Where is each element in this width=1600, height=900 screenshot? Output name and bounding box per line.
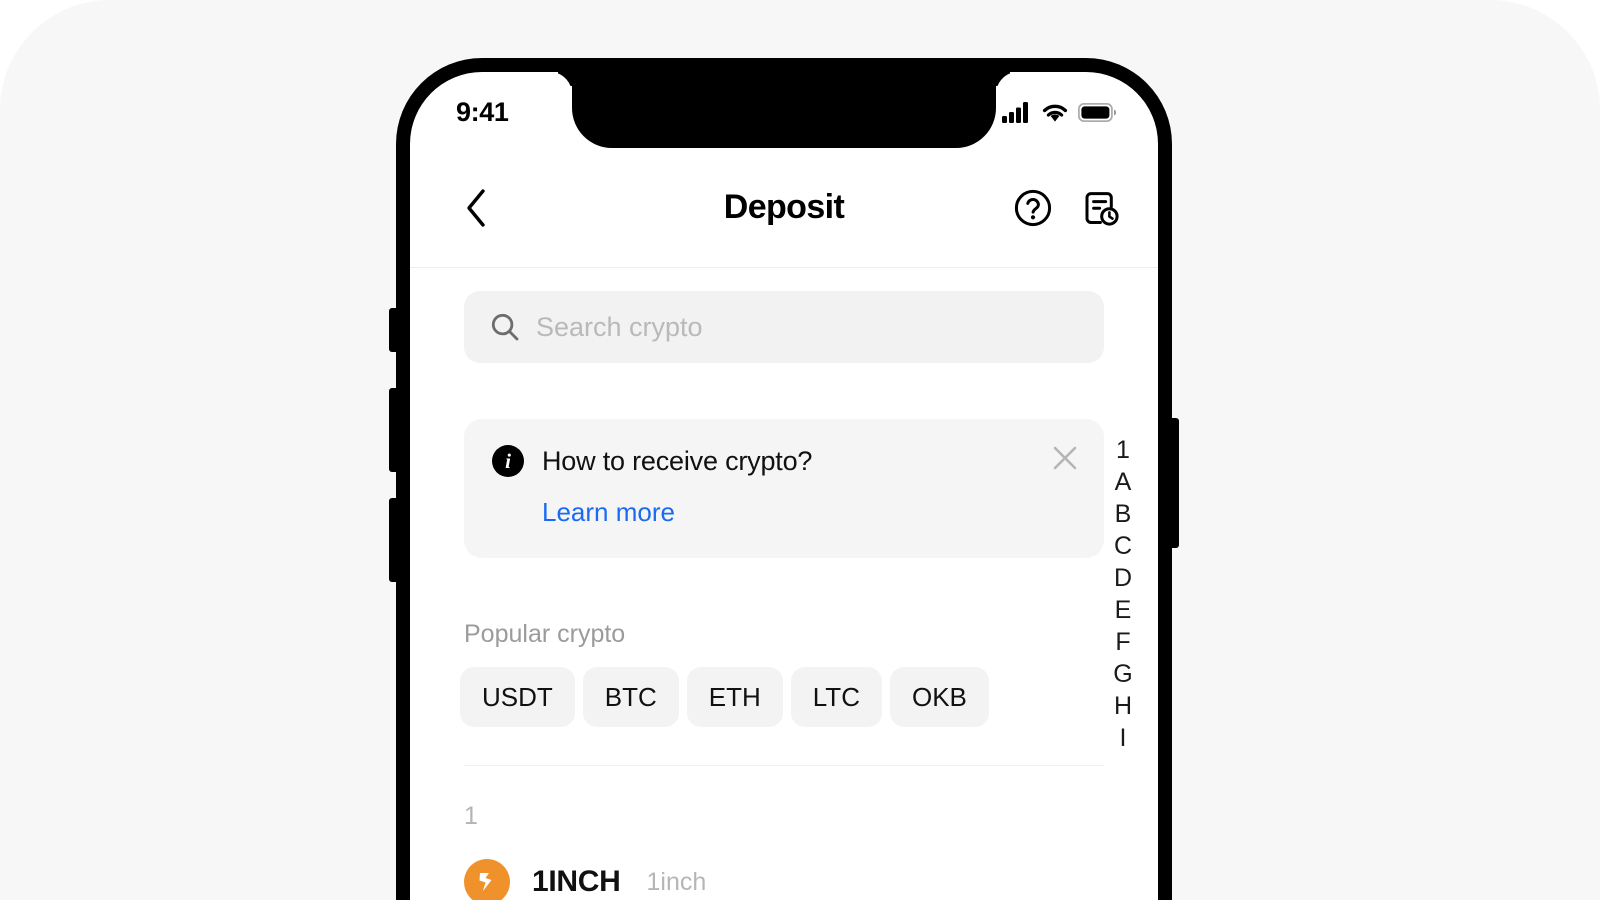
deposit-content: i How to receive crypto? Learn more Popu…: [410, 269, 1158, 900]
chip-usdt[interactable]: USDT: [460, 667, 575, 727]
phone-screen: 9:41 Deposit Search crypto i How to rece…: [410, 72, 1158, 900]
list-section-header: 1: [464, 802, 478, 830]
volume-down-button[interactable]: [389, 498, 397, 582]
alpha-index-item[interactable]: F: [1106, 626, 1140, 658]
chevron-left-icon: [467, 188, 485, 227]
popular-crypto-chips: USDT BTC ETH LTC OKB: [460, 667, 1158, 727]
alphabet-index[interactable]: 1 A B C D E F G H I: [1106, 434, 1140, 754]
chip-okb[interactable]: OKB: [889, 667, 989, 727]
alpha-index-item[interactable]: I: [1106, 722, 1140, 754]
volume-up-button[interactable]: [389, 388, 397, 472]
back-button[interactable]: [454, 186, 498, 230]
alpha-index-item[interactable]: C: [1106, 530, 1140, 562]
notch: [572, 72, 996, 148]
document-clock-icon: [1085, 191, 1119, 226]
signal-bars-icon: [1002, 101, 1028, 123]
coin-list-item[interactable]: 1INCH 1inch: [464, 859, 1158, 900]
close-icon: [1053, 446, 1077, 470]
status-time: 9:41: [456, 96, 509, 127]
search-icon: [491, 313, 519, 341]
chip-ltc[interactable]: LTC: [790, 667, 882, 727]
alpha-index-item[interactable]: B: [1106, 498, 1140, 530]
banner-header: i How to receive crypto?: [492, 445, 1076, 477]
info-icon: i: [492, 445, 524, 477]
silent-switch-button[interactable]: [389, 308, 397, 352]
alpha-index-item[interactable]: G: [1106, 658, 1140, 690]
phone-frame: 9:41 Deposit Search crypto i How to rece…: [389, 58, 1179, 900]
help-button[interactable]: [1012, 187, 1054, 229]
popular-crypto-label: Popular crypto: [464, 620, 626, 648]
coin-symbol: 1INCH: [532, 865, 621, 898]
history-button[interactable]: [1080, 187, 1122, 229]
wifi-icon: [1042, 104, 1068, 122]
alpha-index-item[interactable]: A: [1106, 466, 1140, 498]
how-to-receive-banner: i How to receive crypto? Learn more: [464, 419, 1104, 558]
1inch-logo-icon: [464, 859, 510, 900]
coin-name: 1inch: [646, 867, 707, 896]
learn-more-link[interactable]: Learn more: [542, 497, 675, 528]
banner-title: How to receive crypto?: [542, 445, 813, 476]
battery-full-icon: [1078, 102, 1116, 122]
section-divider: [464, 765, 1104, 766]
banner-close-button[interactable]: [1048, 441, 1082, 475]
1inch-glyph-icon: [479, 873, 492, 891]
chip-btc[interactable]: BTC: [582, 667, 679, 727]
alpha-index-item[interactable]: 1: [1106, 434, 1140, 466]
page-canvas: 9:41 Deposit Search crypto i How to rece…: [0, 0, 1600, 900]
question-circle-icon: [1014, 189, 1052, 226]
alpha-index-item[interactable]: E: [1106, 594, 1140, 626]
power-button[interactable]: [1171, 418, 1179, 548]
search-input[interactable]: [536, 311, 1078, 343]
search-field[interactable]: [464, 291, 1104, 363]
alpha-index-item[interactable]: D: [1106, 562, 1140, 594]
alpha-index-item[interactable]: H: [1106, 690, 1140, 722]
nav-bar: Deposit: [410, 148, 1158, 268]
nav-actions: [1012, 187, 1122, 229]
chip-eth[interactable]: ETH: [686, 667, 783, 727]
status-icons: [1002, 101, 1116, 123]
